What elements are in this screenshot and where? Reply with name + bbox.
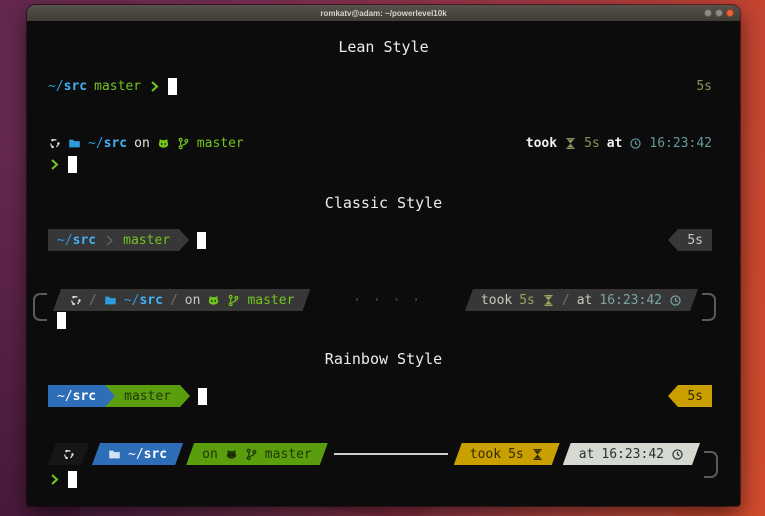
prompt-chevron-icon bbox=[48, 158, 61, 171]
git-branch-icon bbox=[227, 294, 240, 307]
github-octocat-icon bbox=[207, 294, 220, 307]
clock-icon bbox=[669, 294, 682, 307]
classic-prompt-full: / ~/src / on master · · · · took 5s / at… bbox=[53, 289, 698, 311]
section-title-classic: Classic Style bbox=[27, 194, 740, 212]
folder-icon bbox=[108, 448, 121, 461]
minimize-button[interactable] bbox=[704, 9, 712, 17]
dir-anchor: src bbox=[73, 233, 96, 248]
command-duration: 5s bbox=[678, 229, 712, 251]
dir-anchor: src bbox=[64, 79, 87, 94]
git-branch: master bbox=[265, 447, 312, 462]
dir-prefix: ~/ bbox=[128, 447, 144, 462]
terminal-cursor bbox=[198, 388, 207, 405]
command-duration: 5s bbox=[678, 385, 712, 407]
took-label: took bbox=[526, 136, 557, 151]
dir-prefix: ~/ bbox=[57, 233, 73, 248]
ubuntu-logo-icon bbox=[48, 137, 61, 150]
classic-prompt-input-line bbox=[57, 310, 66, 330]
took-label: took bbox=[470, 447, 501, 462]
terminal-cursor bbox=[68, 471, 77, 488]
ubuntu-logo-icon bbox=[69, 294, 82, 307]
git-branch-icon bbox=[245, 448, 258, 461]
rainbow-prompt-short: ~/src master 5s bbox=[48, 385, 712, 407]
git-branch: master bbox=[197, 136, 244, 151]
section-title-lean: Lean Style bbox=[27, 38, 740, 56]
command-duration: 5s bbox=[519, 293, 535, 308]
folder-icon bbox=[104, 294, 117, 307]
github-octocat-icon bbox=[225, 448, 238, 461]
separator-slash: / bbox=[562, 293, 570, 308]
powerline-arrow bbox=[668, 229, 678, 251]
gap-filler-dots: · · · · bbox=[310, 293, 465, 308]
prompt-chevron-icon bbox=[148, 80, 161, 93]
lean-prompt-input-line bbox=[48, 154, 77, 174]
terminal-cursor bbox=[168, 78, 177, 95]
terminal-cursor bbox=[197, 232, 206, 249]
prompt-chevron-icon bbox=[48, 473, 61, 486]
on-label: on bbox=[202, 447, 218, 462]
on-label: on bbox=[185, 293, 201, 308]
github-octocat-icon bbox=[157, 137, 170, 150]
dir-prefix: ~/ bbox=[88, 136, 104, 151]
dir-anchor: src bbox=[139, 293, 162, 308]
hourglass-icon bbox=[531, 448, 544, 461]
window-controls bbox=[704, 9, 734, 17]
prompt-frame-right bbox=[702, 293, 716, 321]
clock-icon bbox=[671, 448, 684, 461]
terminal-cursor bbox=[68, 156, 77, 173]
current-time: 16:23:42 bbox=[649, 136, 712, 151]
dir-prefix: ~/ bbox=[57, 389, 73, 404]
window-titlebar[interactable]: romkatv@adam: ~/powerlevel10k bbox=[27, 5, 740, 21]
lean-prompt-short: ~/src master 5s bbox=[48, 76, 712, 96]
ubuntu-logo-icon bbox=[62, 448, 75, 461]
gap-filler-line bbox=[334, 453, 448, 455]
on-label: on bbox=[134, 136, 150, 151]
at-label: at bbox=[579, 447, 595, 462]
prompt-frame-left bbox=[33, 293, 47, 321]
folder-icon bbox=[68, 137, 81, 150]
command-duration: 5s bbox=[696, 79, 712, 94]
dir-prefix: ~/ bbox=[124, 293, 140, 308]
powerline-arrow bbox=[668, 385, 678, 407]
terminal-cursor bbox=[57, 312, 66, 329]
lean-prompt-full: ~/src on master took 5s at 16:23:42 bbox=[48, 133, 712, 153]
rainbow-prompt-input-line bbox=[48, 469, 77, 489]
close-button[interactable] bbox=[726, 9, 734, 17]
hourglass-icon bbox=[542, 294, 555, 307]
separator-slash: / bbox=[170, 293, 178, 308]
separator-slash: / bbox=[89, 293, 97, 308]
git-branch: master bbox=[115, 385, 180, 407]
git-branch-icon bbox=[177, 137, 190, 150]
powerline-arrow bbox=[105, 385, 115, 407]
window-title: romkatv@adam: ~/powerlevel10k bbox=[320, 9, 446, 18]
terminal-window: romkatv@adam: ~/powerlevel10k Lean Style… bbox=[27, 5, 740, 506]
at-label: at bbox=[607, 136, 623, 151]
command-duration: 5s bbox=[584, 136, 600, 151]
classic-prompt-short: ~/src master 5s bbox=[48, 229, 712, 251]
rainbow-prompt-full: ~/src on master took 5s at 16:23:42 bbox=[48, 443, 700, 465]
powerline-arrow bbox=[179, 229, 189, 251]
at-label: at bbox=[577, 293, 593, 308]
prompt-frame-right bbox=[704, 451, 718, 478]
clock-icon bbox=[629, 137, 642, 150]
command-duration: 5s bbox=[508, 447, 524, 462]
git-branch: master bbox=[247, 293, 294, 308]
powerline-arrow bbox=[180, 385, 190, 407]
terminal-body[interactable]: Lean Style ~/src master 5s ~/src on mast… bbox=[27, 21, 740, 506]
dir-anchor: src bbox=[73, 389, 96, 404]
segment-separator-icon bbox=[103, 234, 116, 247]
took-label: took bbox=[481, 293, 512, 308]
current-time: 16:23:42 bbox=[599, 293, 662, 308]
git-branch: master bbox=[94, 79, 141, 94]
dir-anchor: src bbox=[144, 447, 167, 462]
dir-anchor: src bbox=[104, 136, 127, 151]
hourglass-icon bbox=[564, 137, 577, 150]
dir-prefix: ~/ bbox=[48, 79, 64, 94]
section-title-rainbow: Rainbow Style bbox=[27, 350, 740, 368]
git-branch: master bbox=[123, 233, 170, 248]
maximize-button[interactable] bbox=[715, 9, 723, 17]
current-time: 16:23:42 bbox=[601, 447, 664, 462]
